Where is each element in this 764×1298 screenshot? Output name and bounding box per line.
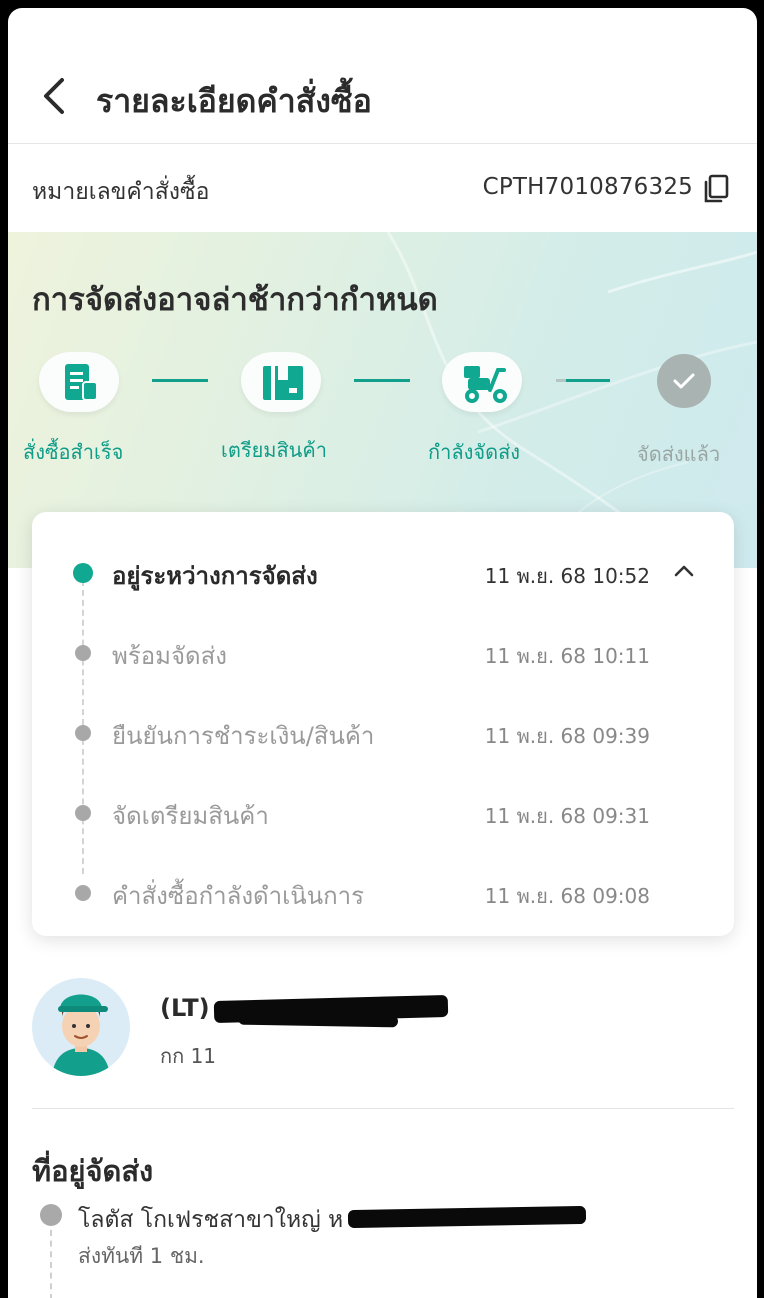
- delivery-eta: ส่งทันที 1 ชม.: [78, 1244, 205, 1268]
- order-number-label: หมายเลขคำสั่งซื้อ: [32, 179, 210, 205]
- step-shipping: [442, 352, 522, 412]
- timeline-dot: [75, 725, 91, 741]
- scooter-icon: [464, 366, 507, 403]
- order-number-row: หมายเลขคำสั่งซื้อ CPTH7010876325: [8, 144, 757, 232]
- app-screen: รายละเอียดคำสั่งซื้อ หมายเลขคำสั่งซื้อ C…: [8, 8, 757, 1298]
- redacted-address-block: [347, 1205, 587, 1229]
- timeline-time: 11 พ.ย. 68 09:39: [484, 724, 650, 748]
- driver-name: (LT): [160, 994, 210, 1022]
- back-arrow-icon[interactable]: [38, 76, 74, 116]
- step-delivered: [657, 354, 711, 408]
- timeline-status: คำสั่งซื้อกำลังดำเนินการ: [112, 882, 365, 910]
- box-icon: [263, 366, 303, 400]
- copy-icon[interactable]: [703, 174, 729, 204]
- top-bar: รายละเอียดคำสั่งซื้อ: [8, 8, 757, 144]
- timeline-time: 11 พ.ย. 68 09:08: [484, 884, 650, 908]
- step-label-delivered: จัดส่งแล้ว: [637, 442, 721, 466]
- timeline-status: พร้อมจัดส่ง: [112, 642, 227, 670]
- timeline-item: ยืนยันการชำระเงิน/สินค้า 11 พ.ย. 68 09:3…: [32, 702, 734, 762]
- check-icon: [673, 373, 695, 389]
- timeline-time: 11 พ.ย. 68 10:52: [484, 564, 650, 588]
- driver-plate: กก 11: [160, 1044, 217, 1068]
- timeline-status: ยืนยันการชำระเงิน/สินค้า: [112, 722, 375, 750]
- timeline-item: จัดเตรียมสินค้า 11 พ.ย. 68 09:31: [32, 782, 734, 842]
- timeline-item[interactable]: อยู่ระหว่างการจัดส่ง 11 พ.ย. 68 10:52: [32, 542, 734, 602]
- page-title: รายละเอียดคำสั่งซื้อ: [96, 82, 372, 120]
- timeline-item: พร้อมจัดส่ง 11 พ.ย. 68 10:11: [32, 622, 734, 682]
- timeline-time: 11 พ.ย. 68 09:31: [484, 804, 650, 828]
- timeline-dot: [75, 805, 91, 821]
- timeline-dot-active: [73, 563, 93, 583]
- address-dot: [40, 1204, 62, 1226]
- section-divider: [32, 1108, 734, 1109]
- address-connector: [50, 1230, 52, 1298]
- timeline-dot: [75, 885, 91, 901]
- step-connector: [354, 379, 410, 382]
- receipt-icon: [65, 364, 98, 401]
- timeline-dot: [75, 645, 91, 661]
- step-label-shipping: กำลังจัดส่ง: [428, 440, 521, 464]
- chevron-up-icon[interactable]: [672, 562, 696, 580]
- step-label-order-placed: สั่งซื้อสำเร็จ: [23, 440, 124, 464]
- tracking-timeline-card: อยู่ระหว่างการจัดส่ง 11 พ.ย. 68 10:52 พร…: [32, 512, 734, 936]
- step-label-preparing: เตรียมสินค้า: [221, 438, 327, 462]
- driver-avatar: [32, 978, 130, 1076]
- timeline-time: 11 พ.ย. 68 10:11: [484, 644, 650, 668]
- step-preparing: [241, 352, 321, 412]
- timeline-status: จัดเตรียมสินค้า: [112, 802, 269, 830]
- shipping-address-title: ที่อยู่จัดส่ง: [32, 1154, 154, 1188]
- order-number-value: CPTH7010876325: [482, 174, 693, 200]
- store-name: โลตัส โกเฟรชสาขาใหญ่ ห: [78, 1207, 344, 1233]
- timeline-status: อยู่ระหว่างการจัดส่ง: [112, 562, 318, 590]
- step-order-placed: [39, 352, 119, 412]
- redacted-name-block: [237, 1012, 399, 1028]
- timeline-item: คำสั่งซื้อกำลังดำเนินการ 11 พ.ย. 68 09:0…: [32, 862, 734, 922]
- step-connector: [152, 379, 208, 382]
- step-connector: [556, 379, 610, 382]
- delivery-status-title: การจัดส่งอาจล่าช้ากว่ากำหนด: [32, 282, 438, 318]
